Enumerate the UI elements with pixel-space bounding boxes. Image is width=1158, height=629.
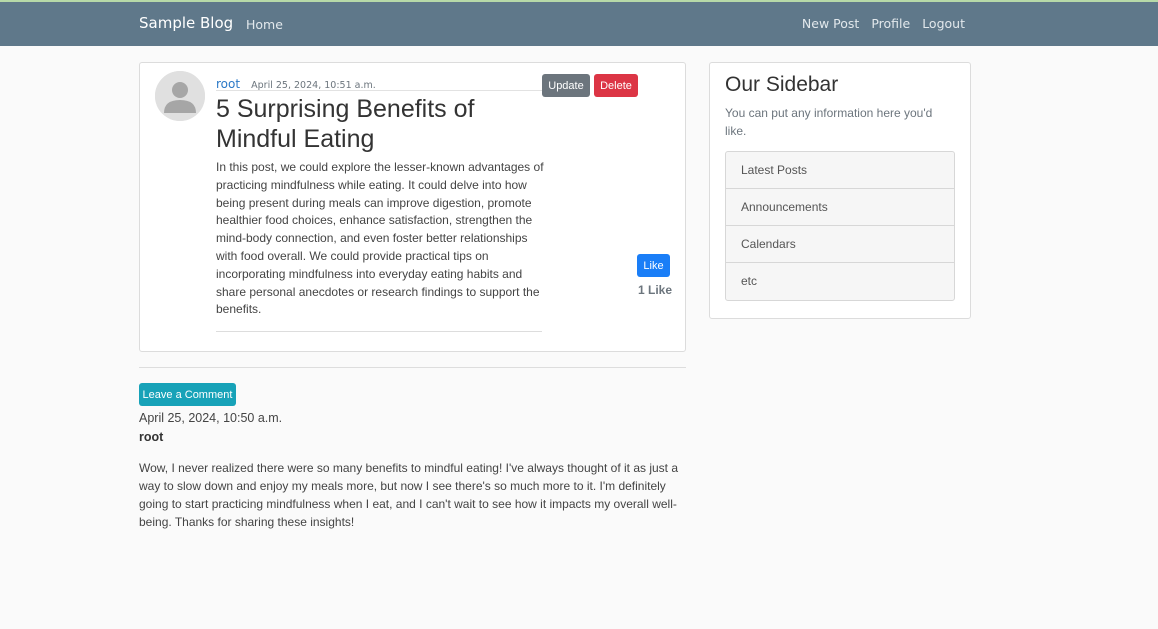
comment-date: April 25, 2024, 10:50 a.m. (139, 411, 283, 425)
leave-comment-button[interactable]: Leave a Comment (139, 383, 236, 406)
comment-body: Wow, I never realized there were so many… (139, 461, 679, 529)
post-title: 5 Surprising Benefits of Mindful Eating (216, 95, 475, 153)
sidebar-item-etc[interactable]: etc (726, 263, 954, 300)
sidebar-title: Our Sidebar (725, 73, 839, 96)
sidebar-list: Latest Posts Announcements Calendars etc (725, 151, 955, 301)
sidebar-item-calendars[interactable]: Calendars (726, 226, 954, 263)
nav-new-post-link[interactable]: New Post (802, 16, 859, 31)
nav-home-link[interactable]: Home (246, 17, 283, 32)
sidebar-item-latest-posts[interactable]: Latest Posts (726, 152, 954, 189)
navbar: Sample Blog Home New Post Profile Logout (0, 2, 1158, 46)
post-divider (216, 331, 542, 332)
post-card: root April 25, 2024, 10:51 a.m. Update D… (139, 62, 686, 352)
delete-button[interactable]: Delete (594, 74, 638, 97)
sidebar-text: You can put any information here you'd l… (725, 106, 933, 138)
sidebar: Our Sidebar You can put any information … (709, 62, 971, 319)
post-body: In this post, we could explore the lesse… (216, 160, 544, 317)
user-avatar-icon (155, 71, 205, 121)
like-count: 1 Like (638, 283, 673, 297)
nav-logout-link[interactable]: Logout (922, 16, 965, 31)
comment-author: root (139, 430, 164, 444)
post-date: April 25, 2024, 10:51 a.m. (251, 80, 376, 91)
post-author-link[interactable]: root (216, 77, 240, 91)
post-meta: root April 25, 2024, 10:51 a.m. (216, 73, 542, 91)
like-button[interactable]: Like (637, 254, 670, 277)
brand-link[interactable]: Sample Blog (139, 14, 233, 32)
nav-right-menu: New Post Profile Logout (802, 16, 965, 31)
avatar (155, 71, 205, 121)
update-button[interactable]: Update (542, 74, 590, 97)
nav-profile-link[interactable]: Profile (871, 16, 910, 31)
section-divider (139, 367, 686, 368)
sidebar-item-announcements[interactable]: Announcements (726, 189, 954, 226)
